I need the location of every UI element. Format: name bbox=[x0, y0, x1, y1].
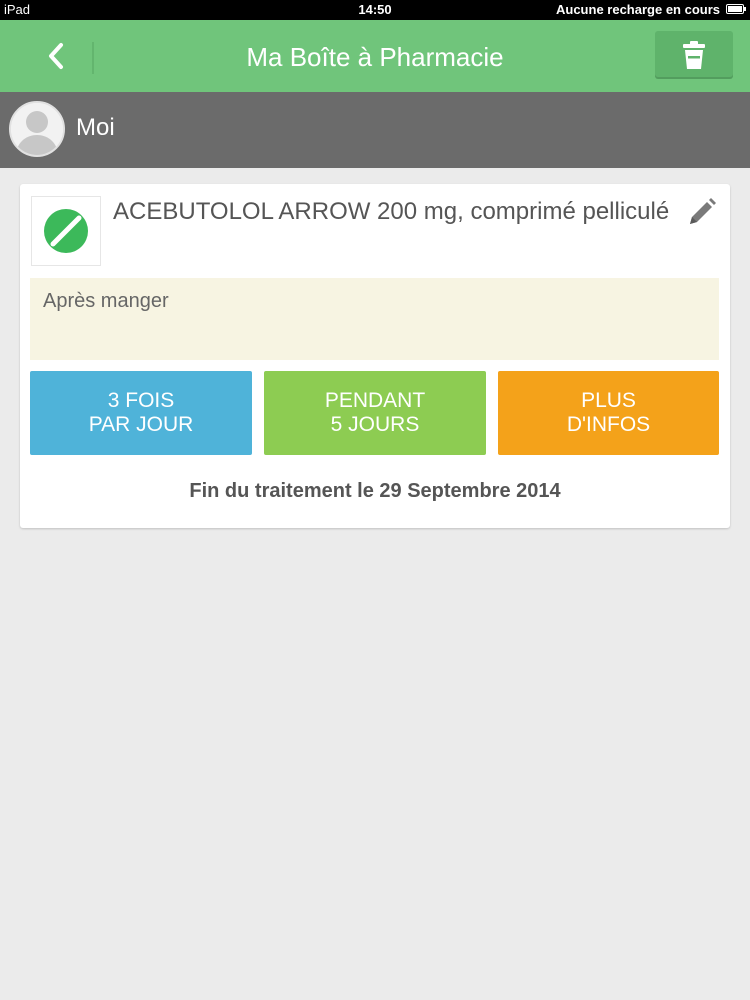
profile-bar[interactable]: Moi bbox=[0, 92, 750, 168]
frequency-button[interactable]: 3 FOIS PAR JOUR bbox=[30, 371, 252, 455]
charging-status: Aucune recharge en cours bbox=[556, 2, 720, 17]
battery-icon bbox=[726, 4, 746, 14]
duration-line1: PENDANT bbox=[324, 389, 426, 412]
medication-name: ACEBUTOLOL ARROW 200 mg, comprimé pellic… bbox=[113, 198, 670, 225]
pencil-icon bbox=[690, 198, 716, 224]
frequency-line2: PAR JOUR bbox=[88, 413, 194, 436]
medication-card: ACEBUTOLOL ARROW 200 mg, comprimé pellic… bbox=[20, 184, 730, 528]
action-buttons: 3 FOIS PAR JOUR PENDANT 5 JOURS PLUS D'I… bbox=[30, 371, 719, 455]
header-divider bbox=[92, 42, 94, 74]
chevron-left-icon bbox=[49, 43, 63, 69]
profile-name: Moi bbox=[76, 114, 115, 141]
app-header: Ma Boîte à Pharmacie bbox=[0, 20, 750, 92]
more-info-button[interactable]: PLUS D'INFOS bbox=[498, 371, 719, 455]
page-title: Ma Boîte à Pharmacie bbox=[246, 42, 504, 72]
duration-button[interactable]: PENDANT 5 JOURS bbox=[264, 371, 486, 455]
treatment-end-date: Fin du traitement le 29 Septembre 2014 bbox=[189, 480, 561, 502]
back-button[interactable] bbox=[28, 34, 84, 78]
info-line1: PLUS bbox=[581, 389, 636, 412]
medication-note: Après manger bbox=[30, 278, 719, 360]
pill-thumbnail bbox=[31, 196, 101, 266]
trash-icon bbox=[683, 41, 705, 69]
frequency-line1: 3 FOIS bbox=[107, 389, 175, 412]
pill-icon bbox=[44, 209, 88, 253]
avatar bbox=[9, 101, 65, 157]
edit-button[interactable] bbox=[684, 194, 720, 230]
info-line2: D'INFOS bbox=[566, 413, 651, 436]
duration-line2: 5 JOURS bbox=[330, 413, 420, 436]
status-bar: iPad 14:50 Aucune recharge en cours bbox=[0, 0, 750, 20]
user-silhouette-icon bbox=[11, 103, 63, 155]
delete-button[interactable] bbox=[655, 31, 733, 79]
